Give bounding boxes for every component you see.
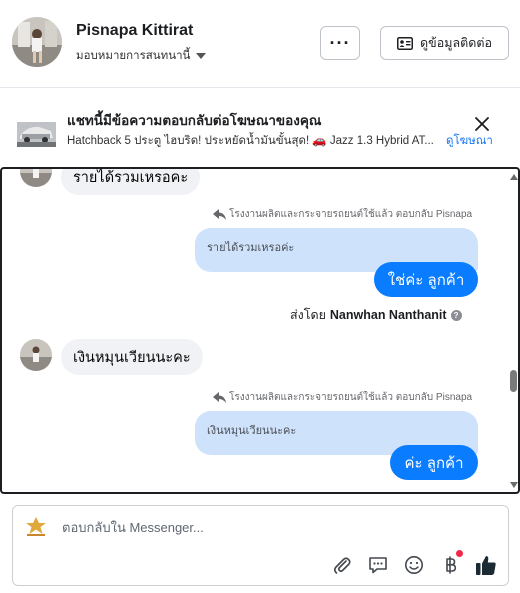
reply-indicator-text: โรงงานผลิตและกระจายรถยนต์ใช้แล้ว ตอบกลับ… (229, 392, 473, 403)
chevron-down-icon (196, 53, 207, 59)
sent-by-prefix: ส่งโดย (290, 308, 326, 322)
ad-thumbnail (17, 108, 56, 147)
notification-dot (456, 550, 463, 557)
emoji-button[interactable] (403, 554, 425, 576)
reply-arrow-icon (213, 209, 226, 220)
messenger-conversation-panel: Pisnapa Kittirat มอบหมายการสนทนานี้ ··· … (0, 0, 520, 593)
ad-reply-banner: แชทนี้มีข้อความตอบกลับต่อโฆษณาของคุณ Hat… (0, 89, 520, 167)
reply-indicator: โรงงานผลิตและกระจายรถยนต์ใช้แล้ว ตอบกลับ… (213, 207, 472, 222)
like-icon (476, 556, 496, 575)
emoji-icon (405, 556, 423, 574)
incoming-message[interactable]: เงินหมุนเวียนนะคะ (61, 339, 203, 375)
ad-description: Hatchback 5 ประตู ไฮบริด! ประหยัดน้ำมันข… (67, 135, 434, 147)
like-button[interactable] (475, 554, 497, 576)
reply-indicator: โรงงานผลิตและกระจายรถยนต์ใช้แล้ว ตอบกลับ… (213, 390, 472, 405)
conversation-header: Pisnapa Kittirat มอบหมายการสนทนานี้ ··· … (0, 0, 520, 88)
baht-icon (446, 556, 457, 574)
help-icon[interactable]: ? (450, 309, 462, 321)
sender-name: Nanwhan Nanthanit (329, 308, 447, 322)
assign-conversation-dropdown[interactable]: มอบหมายการสนทนานี้ (76, 47, 207, 65)
reply-indicator-text: โรงงานผลิตและกระจายรถยนต์ใช้แล้ว ตอบกลับ… (229, 209, 473, 220)
paperclip-icon (333, 557, 351, 574)
avatar (20, 339, 52, 371)
message-thread[interactable]: รายได้รวมเหรอคะ โรงงานผลิตและกระจายรถยนต… (0, 167, 520, 494)
contact-card-icon (397, 36, 414, 50)
scrollbar-thumb[interactable] (510, 370, 517, 392)
outgoing-message[interactable]: ใช่ค่ะ ลูกค้า (374, 262, 478, 297)
assign-label: มอบหมายการสนทนานี้ (76, 50, 191, 62)
view-contact-info-button[interactable]: ดูข้อมูลติดต่อ (380, 26, 509, 60)
saved-replies-button[interactable] (367, 554, 389, 576)
ad-banner-title: แชทนี้มีข้อความตอบกลับต่อโฆษณาของคุณ (67, 113, 322, 128)
view-ad-link[interactable]: ดูโฆษณา (446, 132, 493, 150)
close-icon[interactable] (475, 117, 489, 131)
avatar (20, 169, 52, 187)
incoming-message[interactable]: รายได้รวมเหรอคะ (61, 169, 201, 195)
reply-arrow-icon (213, 392, 226, 403)
scroll-up-arrow[interactable] (510, 174, 518, 180)
saved-reply-icon (369, 557, 387, 574)
attach-file-button[interactable] (331, 554, 353, 576)
more-options-button[interactable]: ··· (320, 26, 360, 60)
page-logo (26, 517, 46, 536)
message-input[interactable] (62, 520, 442, 535)
outgoing-message[interactable]: ค่ะ ลูกค้า (390, 445, 478, 480)
view-contact-info-label: ดูข้อมูลติดต่อ (420, 36, 492, 50)
contact-name[interactable]: Pisnapa Kittirat (76, 22, 193, 40)
scroll-down-arrow[interactable] (510, 482, 518, 488)
payment-button[interactable] (439, 554, 461, 576)
message-list: รายได้รวมเหรอคะ โรงงานผลิตและกระจายรถยนต… (2, 169, 502, 492)
scrollbar[interactable] (507, 169, 518, 492)
more-icon: ··· (329, 32, 351, 53)
avatar[interactable] (12, 17, 62, 67)
sent-by-indicator: ส่งโดย Nanwhan Nanthanit ? (290, 305, 462, 325)
message-composer (12, 505, 509, 586)
